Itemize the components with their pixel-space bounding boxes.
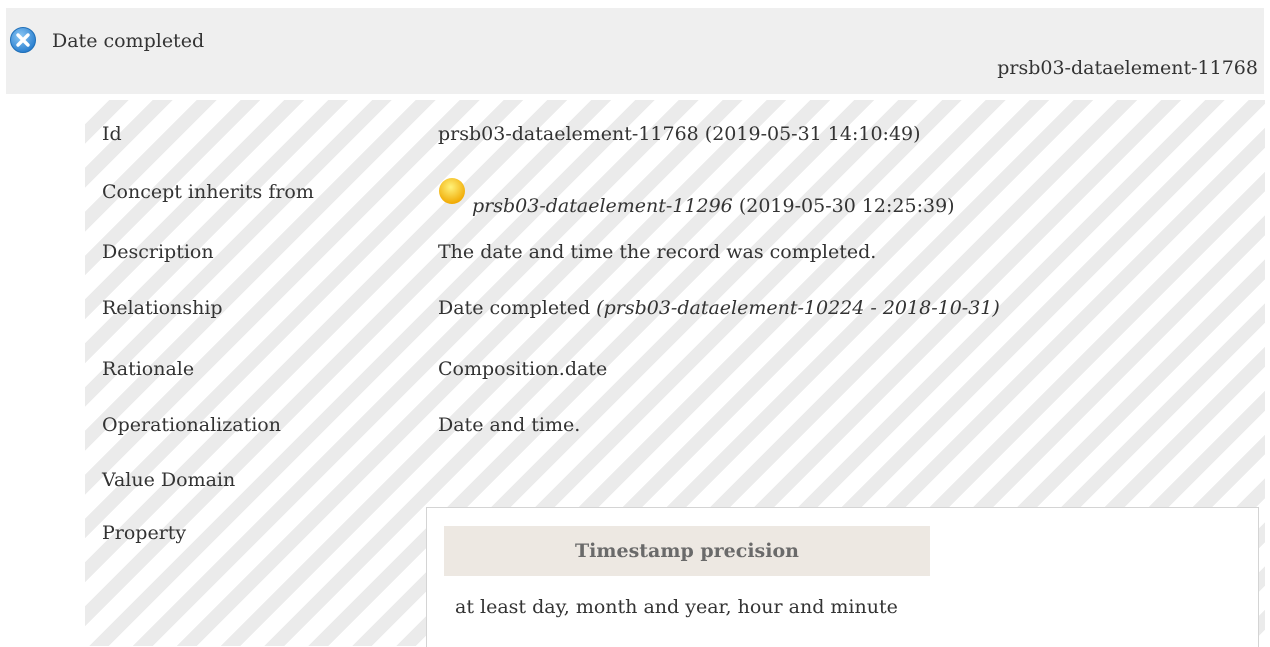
relationship-label: Relationship <box>102 297 223 319</box>
description-value: The date and time the record was complet… <box>438 241 877 263</box>
operationalization-value: Date and time. <box>438 414 581 436</box>
rationale-value: Composition.date <box>438 358 608 380</box>
property-value: at least day, month and year, hour and m… <box>455 596 898 618</box>
rationale-label: Rationale <box>102 358 195 380</box>
operationalization-label: Operationalization <box>102 414 281 436</box>
relationship-name: Date completed <box>438 297 591 319</box>
status-dot-icon <box>438 177 466 205</box>
concept-header: Date completed prsb03-dataelement-11768 <box>6 8 1264 94</box>
inherits-value: prsb03-dataelement-11296 (2019-05-30 12:… <box>438 178 955 218</box>
inherits-label: Concept inherits from <box>102 181 314 203</box>
inherits-ref-link[interactable]: prsb03-dataelement-11296 <box>472 195 733 217</box>
relationship-value: Date completed (prsb03-dataelement-10224… <box>438 296 1000 320</box>
property-label: Property <box>102 522 187 544</box>
property-column-header: Timestamp precision <box>444 526 930 576</box>
close-circle-icon[interactable] <box>9 26 37 54</box>
relationship-ref-link[interactable]: (prsb03-dataelement-10224 - 2018-10-31) <box>596 297 1000 319</box>
id-value: prsb03-dataelement-11768 (2019-05-31 14:… <box>438 123 921 145</box>
concept-id: prsb03-dataelement-11768 <box>997 57 1258 79</box>
description-label: Description <box>102 241 214 263</box>
property-table: Timestamp precision at least day, month … <box>426 507 1259 647</box>
id-label: Id <box>102 123 122 145</box>
concept-title: Date completed <box>52 30 205 52</box>
inherits-date: (2019-05-30 12:25:39) <box>738 195 955 217</box>
value-domain-label: Value Domain <box>102 469 236 491</box>
